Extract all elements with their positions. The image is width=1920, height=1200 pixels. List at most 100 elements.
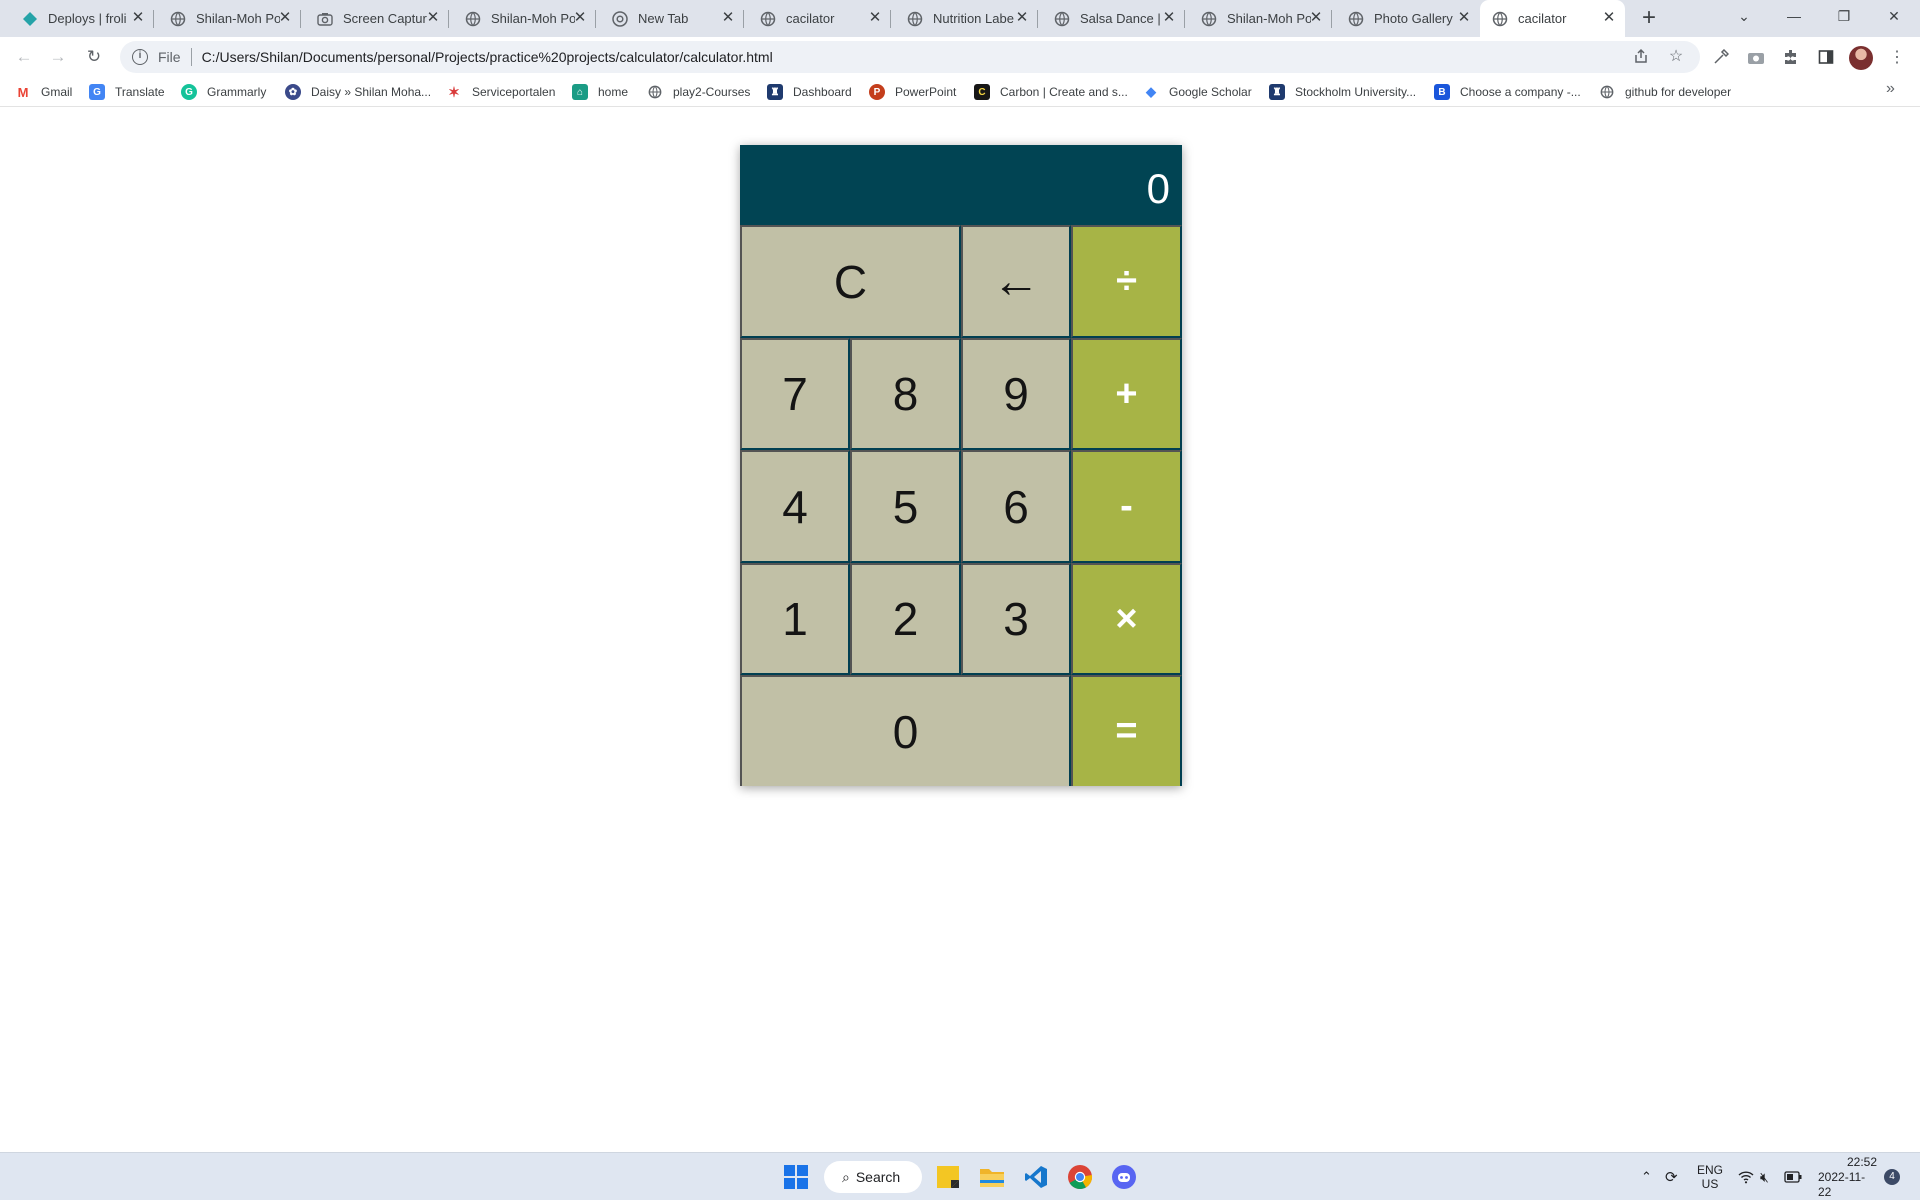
profile-avatar[interactable] [1849,46,1873,70]
tab-nutrition[interactable]: Nutrition Labe ✕ [891,0,1038,37]
tab-salsa[interactable]: Salsa Dance | ✕ [1038,0,1185,37]
minimize-icon: — [1787,8,1801,24]
bookmark-label: Serviceportalen [472,85,556,99]
chevron-up-icon[interactable]: ⌃ [1641,1153,1652,1200]
tab-deploys[interactable]: Deploys | froli ✕ [0,0,154,37]
bookmark-daisy[interactable]: ✿ Daisy » Shilan Moha... [285,81,431,103]
multiply-button[interactable]: × [1071,563,1182,675]
camera-icon[interactable] [1744,45,1768,69]
language-indicator[interactable]: ENG US [1697,1153,1723,1200]
bookmark-google-scholar[interactable]: ◆ Google Scholar [1143,81,1252,103]
forward-button[interactable]: → [46,45,70,69]
close-icon[interactable]: ✕ [867,10,883,26]
digit-1-button[interactable]: 1 [740,563,850,675]
chrome-icon[interactable] [1064,1161,1096,1193]
windows-start-icon[interactable] [780,1161,812,1193]
clear-button[interactable]: C [740,225,961,338]
file-explorer-icon[interactable] [976,1161,1008,1193]
globe-icon [170,11,186,27]
info-icon[interactable]: i [132,49,148,65]
tab-photo-gallery[interactable]: Photo Gallery ✕ [1332,0,1480,37]
bookmark-label: Daisy » Shilan Moha... [311,85,432,99]
tab-portfolio-3[interactable]: Shilan-Moh Po ✕ [1185,0,1332,37]
bookmark-home[interactable]: ⌂ home [572,81,628,103]
wifi-icon[interactable] [1738,1153,1754,1200]
digit-9-button[interactable]: 9 [961,338,1071,450]
bookmark-gmail[interactable]: M Gmail [15,81,72,103]
tab-screen-capture[interactable]: Screen Captur ✕ [301,0,449,37]
extensions-icon[interactable] [1779,45,1803,69]
kebab-menu-icon[interactable]: ⋮ [1885,45,1909,69]
search-icon: ⌕ [842,1168,850,1185]
close-icon[interactable]: ✕ [130,10,146,26]
bookmark-play2-courses[interactable]: play2-Courses [647,81,750,103]
address-bar[interactable]: i File C:/Users/Shilan/Documents/persona… [120,41,1700,73]
close-icon[interactable]: ✕ [1456,10,1472,26]
home-logo-icon: ⌂ [572,84,588,100]
tab-portfolio-1[interactable]: Shilan-Moh Po ✕ [154,0,301,37]
close-icon[interactable]: ✕ [1014,10,1030,26]
bookmark-powerpoint[interactable]: P PowerPoint [869,81,956,103]
eyedropper-icon[interactable] [1709,45,1733,69]
volume-muted-icon[interactable]: 🔇︎ [1760,1153,1769,1200]
close-icon[interactable]: ✕ [1601,10,1617,26]
reload-button[interactable]: ↻ [82,45,106,69]
battery-icon[interactable] [1784,1153,1802,1200]
bookmark-github-developer[interactable]: github for developer [1599,81,1731,103]
bookmark-translate[interactable]: G Translate [89,81,165,103]
close-window-button[interactable]: ✕ [1866,0,1920,32]
bookmark-dashboard[interactable]: ♜ Dashboard [767,81,852,103]
close-icon[interactable]: ✕ [572,10,588,26]
chrome-icon [612,10,628,27]
bookmark-choose-company[interactable]: B Choose a company -... [1434,81,1581,103]
tab-cacilator-active[interactable]: cacilator ✕ [1480,0,1625,37]
back-button[interactable]: ← [12,45,36,69]
subtract-button[interactable]: - [1071,450,1182,563]
sticky-notes-icon[interactable] [932,1161,964,1193]
bookmark-stockholm-university[interactable]: ♜ Stockholm University... [1269,81,1416,103]
digit-4-button[interactable]: 4 [740,450,850,563]
bookmark-star-icon[interactable]: ☆ [1665,45,1687,67]
clock[interactable]: 22:52 2022-11-22 [1818,1153,1877,1200]
chevron-down-icon: ⌄ [1738,7,1750,24]
digit-6-button[interactable]: 6 [961,450,1071,563]
tab-portfolio-2[interactable]: Shilan-Moh Po ✕ [449,0,596,37]
discord-icon[interactable] [1108,1161,1140,1193]
tab-title: Nutrition Labe [933,11,1014,26]
tab-new-tab[interactable]: New Tab ✕ [596,0,744,37]
backspace-button[interactable]: ← [961,225,1071,338]
digit-5-button[interactable]: 5 [850,450,961,563]
side-panel-icon[interactable] [1814,45,1838,69]
add-button[interactable]: + [1071,338,1182,450]
digit-2-button[interactable]: 2 [850,563,961,675]
url-text[interactable]: C:/Users/Shilan/Documents/personal/Proje… [202,49,773,65]
close-icon[interactable]: ✕ [1308,10,1324,26]
grammarly-icon: G [181,84,197,100]
restore-button[interactable]: ❐ [1816,0,1872,32]
equals-button[interactable]: = [1071,675,1182,786]
vscode-icon[interactable] [1020,1161,1052,1193]
tab-cacilator-1[interactable]: cacilator ✕ [744,0,891,37]
digit-8-button[interactable]: 8 [850,338,961,450]
digit-7-button[interactable]: 7 [740,338,850,450]
bookmark-carbon[interactable]: C Carbon | Create and s... [974,81,1128,103]
tab-search-button[interactable]: ⌄ [1716,0,1772,32]
close-icon[interactable]: ✕ [277,10,293,26]
chevron-double-right-icon[interactable]: » [1886,80,1895,98]
share-icon[interactable] [1630,45,1652,67]
notification-badge[interactable]: 4 [1884,1153,1900,1200]
tab-title: Shilan-Moh Po [196,11,280,26]
digit-3-button[interactable]: 3 [961,563,1071,675]
sync-icon[interactable]: ⟳ [1665,1153,1678,1200]
bookmark-serviceportalen[interactable]: ✶ Serviceportalen [446,81,555,103]
digit-0-button[interactable]: 0 [740,675,1071,786]
minimize-button[interactable]: — [1766,0,1822,32]
close-icon[interactable]: ✕ [720,10,736,26]
new-tab-button[interactable]: + [1636,6,1662,32]
bookmark-grammarly[interactable]: G Grammarly [181,81,266,103]
divider [190,48,192,66]
close-icon[interactable]: ✕ [1161,10,1177,26]
divide-button[interactable]: ÷ [1071,225,1182,338]
taskbar-search[interactable]: ⌕ Search [824,1161,922,1193]
close-icon[interactable]: ✕ [425,10,441,26]
